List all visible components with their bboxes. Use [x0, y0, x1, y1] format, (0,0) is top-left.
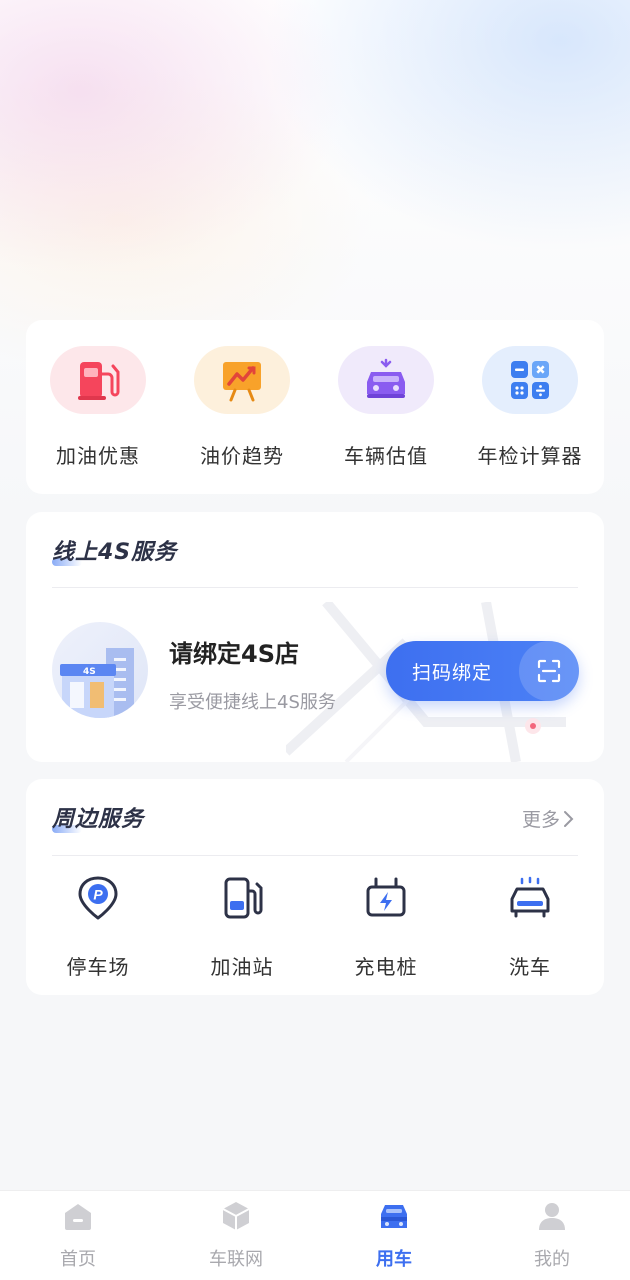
trend-chart-icon: [223, 362, 261, 402]
scan-bind-button[interactable]: 扫码绑定: [386, 641, 579, 701]
calculator-icon: [511, 361, 549, 399]
bind-store-title: 请绑定4S店: [169, 640, 299, 668]
store-building-icon: [60, 648, 134, 718]
tab-label: 我的: [534, 1249, 570, 1270]
nearby-label: 加油站: [210, 955, 274, 979]
tool-fuel-discount[interactable]: 加油优惠: [28, 346, 168, 469]
section-title: 周边服务: [52, 807, 145, 832]
cube-icon: [222, 1202, 250, 1230]
divider: [52, 587, 578, 588]
tab-label: 首页: [60, 1249, 96, 1270]
online-4s-card: 线上4S服务 4S 请绑定4S店 享受便捷线上4S服务 扫码绑定: [26, 512, 604, 762]
chevron-right-icon: [564, 810, 574, 827]
charging-pile-icon: [366, 877, 406, 917]
tab-car-use[interactable]: 用车: [334, 1199, 454, 1271]
store-avatar: [52, 622, 148, 718]
nearby-label: 充电桩: [354, 955, 418, 979]
tool-icon-bg: [194, 346, 290, 414]
user-icon: [539, 1203, 565, 1230]
car-valuation-icon: [367, 358, 405, 398]
tab-home[interactable]: 首页: [18, 1199, 138, 1271]
tool-label: 加油优惠: [56, 444, 140, 468]
store-badge: 4S: [83, 667, 96, 677]
tool-label: 油价趋势: [200, 444, 284, 468]
tool-oil-price-trend[interactable]: 油价趋势: [172, 346, 312, 469]
nearby-label: 停车场: [66, 955, 130, 979]
more-link[interactable]: 更多: [522, 805, 576, 832]
tab-mine[interactable]: 我的: [492, 1199, 612, 1271]
tool-label: 年检计算器: [477, 444, 583, 468]
tab-iov[interactable]: 车联网: [176, 1199, 296, 1271]
svg-text:P: P: [93, 887, 103, 903]
scan-icon: [519, 641, 579, 701]
tool-icon-bg: [482, 346, 578, 414]
tab-label: 车联网: [209, 1249, 263, 1270]
gas-station-icon: [224, 877, 263, 919]
more-label: 更多: [521, 809, 560, 831]
car-icon: [381, 1205, 407, 1228]
section-title: 线上4S服务: [52, 540, 178, 565]
nearby-services-card: 周边服务 更多 P 停车场 加油站 充电桩 洗车: [26, 779, 604, 995]
bottom-tab-bar: 首页 车联网 用车 我的: [0, 1190, 630, 1280]
home-icon: [65, 1204, 91, 1230]
divider: [52, 855, 578, 856]
nearby-charging[interactable]: 充电桩: [316, 875, 456, 980]
quick-tools-card: 加油优惠 油价趋势 车辆估值 年检计算器: [26, 320, 604, 494]
parking-icon: P: [78, 876, 118, 920]
car-wash-icon: [510, 876, 550, 918]
tool-icon-bg: [50, 346, 146, 414]
scan-bind-label: 扫码绑定: [412, 662, 493, 684]
tool-inspection-calculator[interactable]: 年检计算器: [460, 346, 600, 469]
fuel-pump-icon: [78, 362, 120, 400]
tool-label: 车辆估值: [344, 444, 428, 468]
tool-car-valuation[interactable]: 车辆估值: [316, 346, 456, 469]
nearby-gas-station[interactable]: 加油站: [172, 875, 312, 980]
nearby-label: 洗车: [509, 955, 551, 979]
tab-label: 用车: [376, 1249, 412, 1270]
nearby-parking[interactable]: P 停车场: [28, 875, 168, 980]
bind-store-subtitle: 享受便捷线上4S服务: [169, 692, 336, 713]
tool-icon-bg: [338, 346, 434, 414]
nearby-car-wash[interactable]: 洗车: [460, 875, 600, 980]
